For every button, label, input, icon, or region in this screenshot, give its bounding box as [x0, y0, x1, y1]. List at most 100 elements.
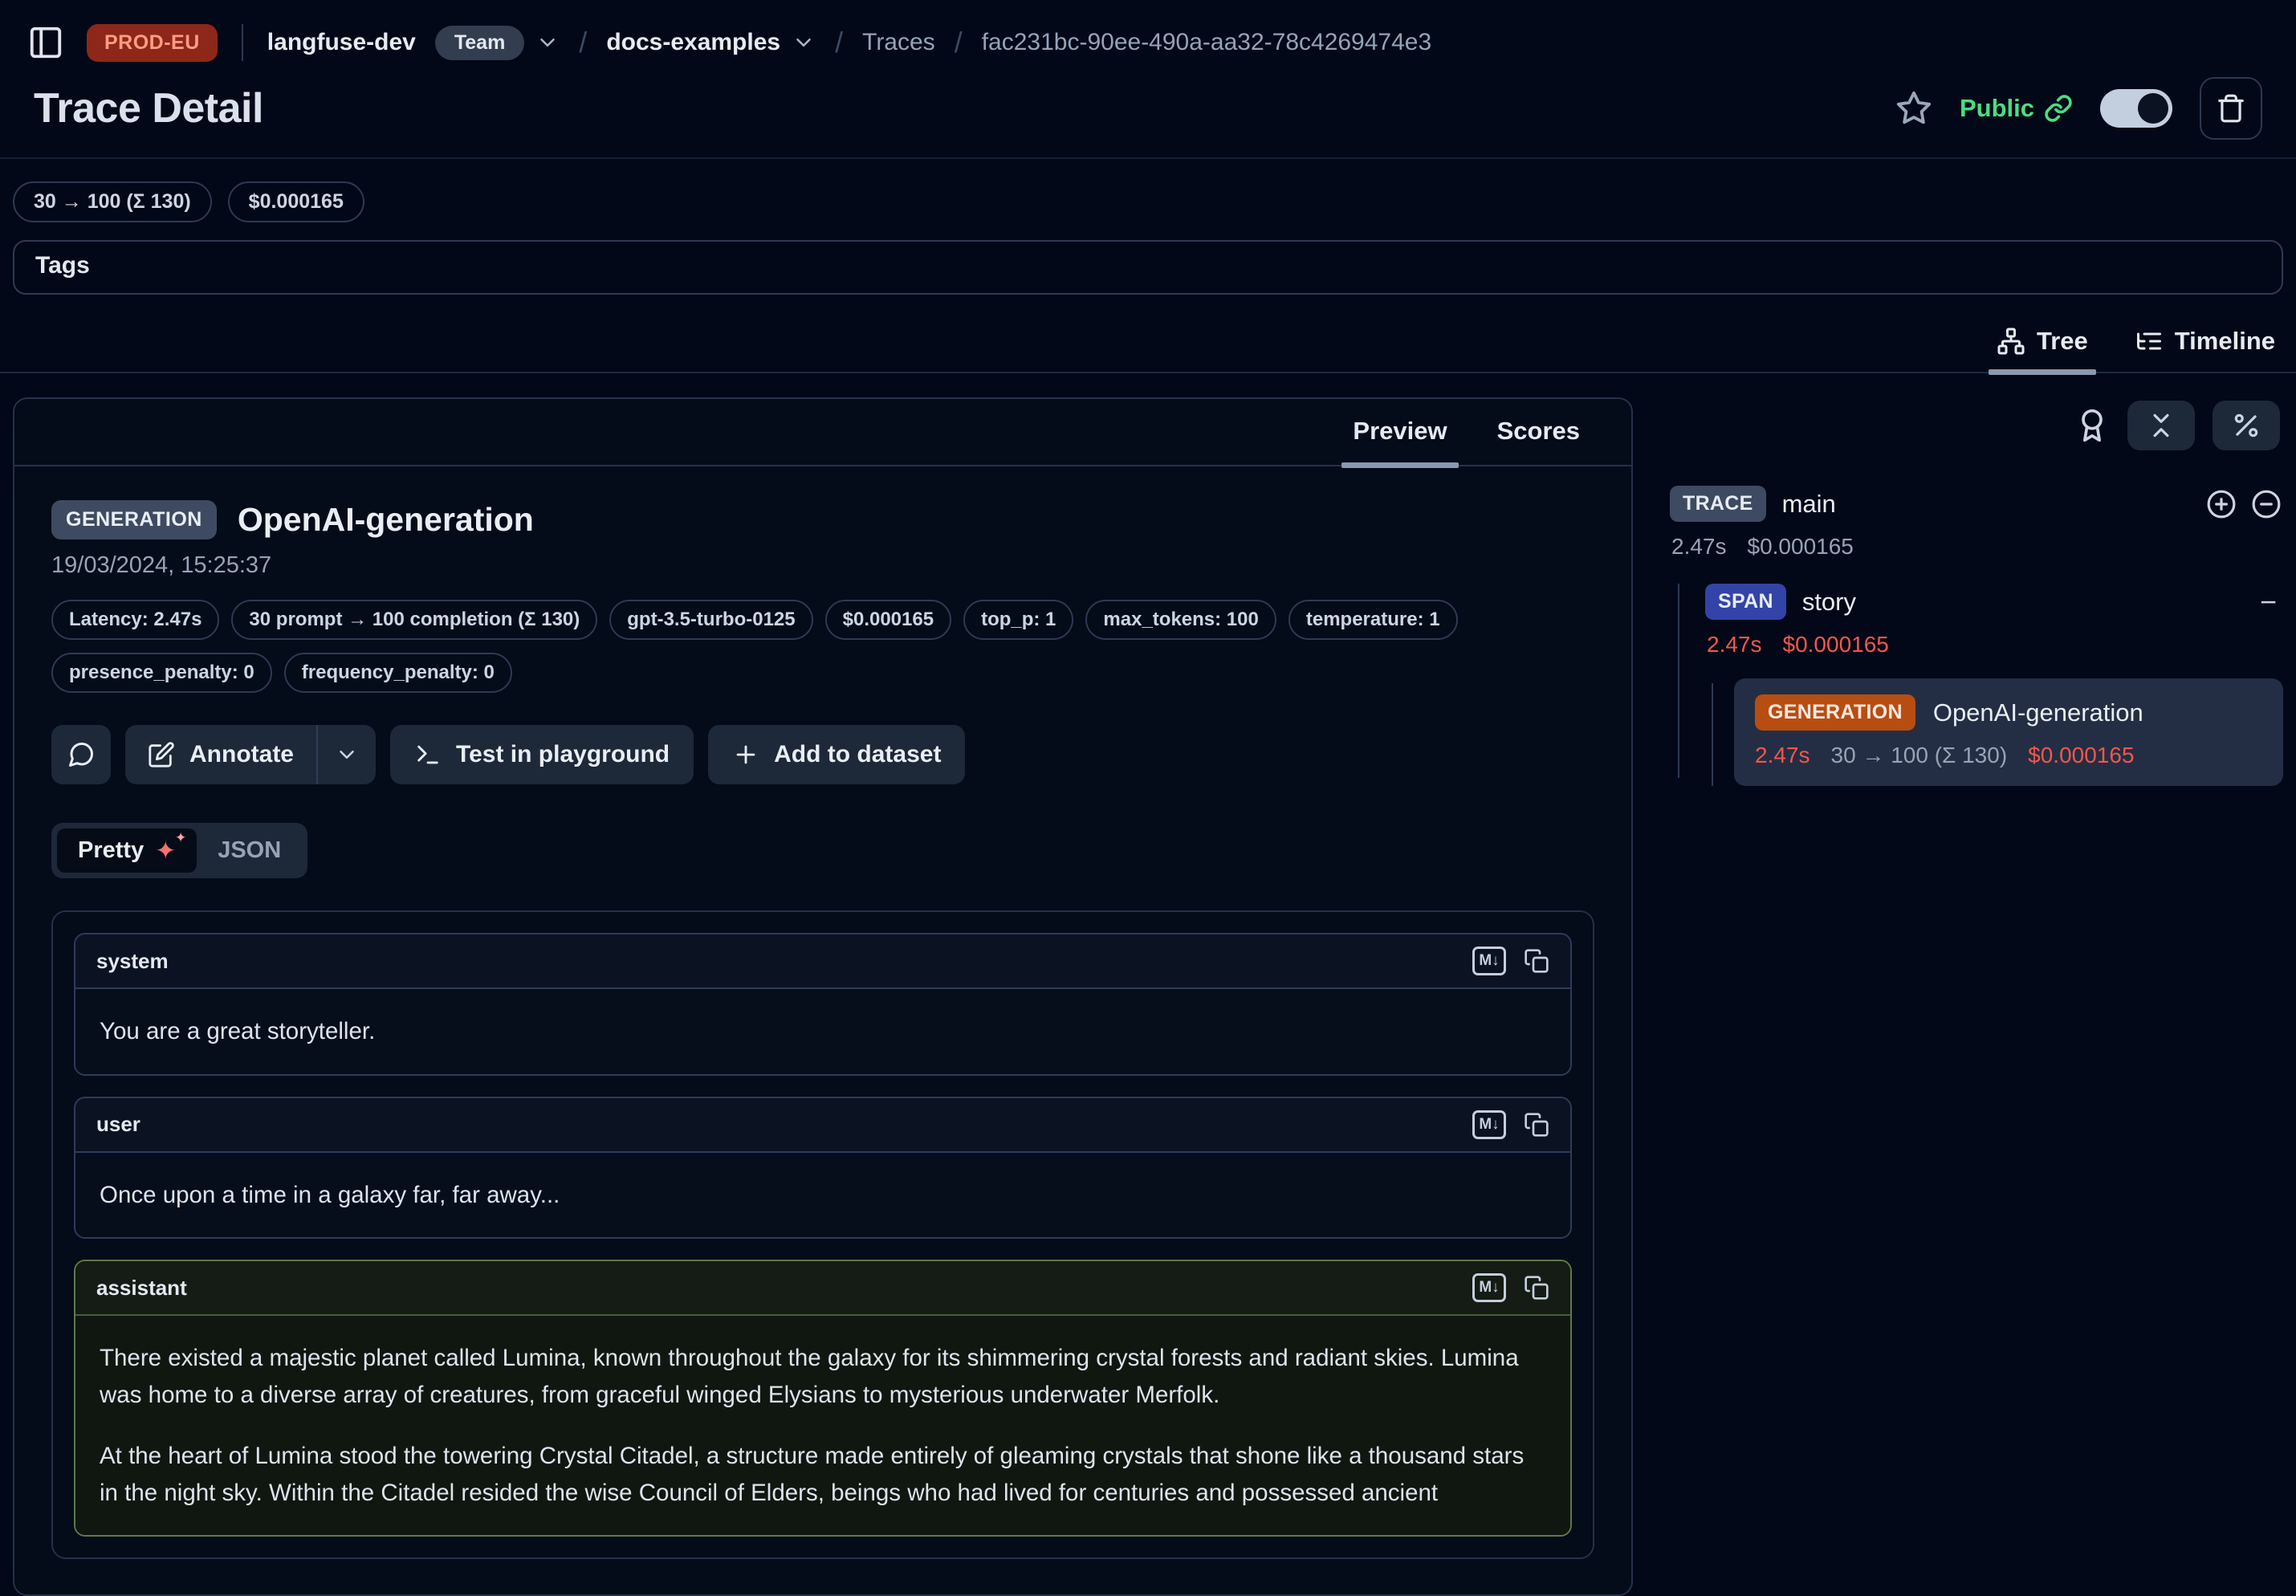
breadcrumb-trace-id: fac231bc-90ee-490a-aa32-78c4269474e3 — [982, 29, 1431, 56]
message-role: assistant — [96, 1276, 187, 1301]
trace-node-name: main — [1782, 490, 1836, 519]
chevrons-down-up-icon — [2146, 410, 2176, 441]
trace-node[interactable]: TRACE main — [1670, 486, 2283, 522]
breadcrumb-traces[interactable]: Traces — [862, 29, 935, 56]
message-text: You are a great storyteller. — [100, 1013, 1546, 1050]
markdown-toggle-icon[interactable]: M↓ — [1472, 1273, 1506, 1302]
add-to-dataset-button[interactable]: Add to dataset — [708, 725, 965, 784]
terminal-icon — [414, 741, 442, 768]
trash-icon — [2216, 93, 2246, 124]
format-toggle: Pretty ✦✦ JSON — [51, 823, 307, 878]
message-role: system — [96, 949, 169, 974]
user-message: user M↓ Once upon a time in a galaxy far… — [74, 1097, 1572, 1240]
presence-penalty-badge: presence_penalty: 0 — [51, 653, 272, 693]
span-latency: 2.47s — [1707, 632, 1762, 658]
copy-icon[interactable] — [1524, 1112, 1549, 1138]
trace-cost-badge: $0.000165 — [228, 181, 364, 222]
delete-trace-button[interactable] — [2200, 77, 2262, 140]
page-header: PROD-EU langfuse-dev Team / docs-example… — [0, 0, 2296, 159]
breadcrumb-separator: / — [955, 26, 963, 59]
public-share-link[interactable]: Public — [1960, 94, 2073, 123]
temperature-badge: temperature: 1 — [1288, 600, 1458, 640]
span-node[interactable]: SPAN story − — [1705, 584, 2283, 620]
comment-button[interactable] — [51, 725, 111, 784]
message-role: user — [96, 1112, 140, 1137]
message-text: Once upon a time in a galaxy far, far aw… — [100, 1177, 1546, 1214]
generation-tokens: 30 → 100 (Σ 130) — [1831, 743, 2008, 768]
tab-preview[interactable]: Preview — [1353, 417, 1447, 446]
breadcrumb-org[interactable]: langfuse-dev — [267, 29, 416, 56]
json-toggle-option[interactable]: JSON — [197, 829, 302, 873]
trace-latency: 2.47s — [1671, 534, 1727, 560]
tree-icon — [1997, 327, 2025, 356]
breadcrumb-project[interactable]: docs-examples — [606, 29, 780, 56]
expand-all-icon[interactable] — [2206, 489, 2237, 519]
tab-scores[interactable]: Scores — [1497, 417, 1580, 446]
annotate-button[interactable]: Annotate — [125, 725, 316, 784]
latency-badge: Latency: 2.47s — [51, 600, 219, 640]
tab-tree[interactable]: Tree — [1997, 327, 2088, 356]
chevron-down-icon[interactable] — [535, 31, 560, 55]
generation-node-name: OpenAI-generation — [1933, 698, 2143, 727]
plus-icon — [732, 741, 759, 768]
messages-container: system M↓ You are a great storyteller. u… — [51, 910, 1594, 1559]
environment-badge[interactable]: PROD-EU — [87, 24, 218, 62]
copy-icon[interactable] — [1524, 1275, 1549, 1301]
annotate-split-button: Annotate — [125, 725, 376, 784]
markdown-toggle-icon[interactable]: M↓ — [1472, 947, 1506, 975]
annotate-dropdown-button[interactable] — [318, 725, 376, 784]
generation-cost: $0.000165 — [2028, 743, 2134, 768]
collapse-all-button[interactable] — [2127, 401, 2195, 450]
breadcrumb: PROD-EU langfuse-dev Team / docs-example… — [24, 21, 2275, 64]
pretty-toggle-option[interactable]: Pretty ✦✦ — [57, 829, 197, 873]
generation-latency: 2.47s — [1755, 743, 1810, 768]
generation-node-selected[interactable]: GENERATION OpenAI-generation 2.47s 30 → … — [1734, 678, 2283, 786]
toggle-knob — [2138, 93, 2168, 124]
chevron-down-icon — [335, 743, 359, 767]
frequency-penalty-badge: frequency_penalty: 0 — [284, 653, 512, 693]
comment-icon — [67, 740, 96, 769]
markdown-toggle-icon[interactable]: M↓ — [1472, 1110, 1506, 1139]
sparkles-icon: ✦✦ — [155, 838, 176, 863]
org-role-badge: Team — [435, 26, 524, 60]
metrics-percent-button[interactable] — [2213, 401, 2280, 450]
test-in-playground-button[interactable]: Test in playground — [390, 725, 694, 784]
token-usage-badge: 30 prompt → 100 completion (Σ 130) — [231, 600, 597, 640]
trace-cost: $0.000165 — [1748, 534, 1854, 560]
award-icon[interactable] — [2074, 408, 2110, 443]
observation-detail-panel: Preview Scores GENERATION OpenAI-generat… — [13, 397, 1633, 1596]
public-label: Public — [1960, 94, 2034, 123]
percent-icon — [2231, 410, 2261, 441]
model-badge[interactable]: gpt-3.5-turbo-0125 — [609, 600, 812, 640]
trace-node-badge: TRACE — [1670, 486, 1766, 522]
top-p-badge: top_p: 1 — [963, 600, 1073, 640]
system-message: system M↓ You are a great storyteller. — [74, 933, 1572, 1076]
tags-container[interactable]: Tags — [13, 240, 2283, 295]
generation-node-badge: GENERATION — [1755, 694, 1915, 731]
collapse-node-icon[interactable] — [2251, 489, 2282, 519]
copy-icon[interactable] — [1524, 948, 1549, 974]
page-title: Trace Detail — [34, 84, 263, 132]
span-node-badge: SPAN — [1705, 584, 1786, 620]
playground-label: Test in playground — [456, 741, 670, 768]
assistant-message: assistant M↓ There existed a majestic pl… — [74, 1260, 1572, 1537]
observation-type-badge: GENERATION — [51, 500, 217, 539]
pretty-label: Pretty — [78, 837, 144, 864]
tab-tree-label: Tree — [2037, 327, 2088, 356]
sidebar-toggle-icon[interactable] — [24, 21, 67, 64]
message-text: At the heart of Lumina stood the towerin… — [100, 1438, 1546, 1511]
star-icon[interactable] — [1895, 90, 1932, 127]
tab-timeline-label: Timeline — [2175, 327, 2275, 356]
observation-timestamp: 19/03/2024, 15:25:37 — [51, 552, 1594, 579]
tab-timeline[interactable]: Timeline — [2135, 327, 2275, 356]
chevron-down-icon[interactable] — [792, 31, 816, 55]
max-tokens-badge: max_tokens: 100 — [1085, 600, 1276, 640]
breadcrumb-divider — [242, 24, 243, 61]
public-toggle[interactable] — [2100, 89, 2172, 128]
trace-tree-panel: TRACE main 2.47s $0.000165 — [1670, 397, 2283, 786]
cost-badge: $0.000165 — [825, 600, 951, 640]
span-node-name: story — [1802, 588, 1856, 617]
collapse-span-icon[interactable]: − — [2260, 588, 2283, 617]
timeline-icon — [2135, 327, 2164, 356]
message-text: There existed a majestic planet called L… — [100, 1340, 1546, 1413]
